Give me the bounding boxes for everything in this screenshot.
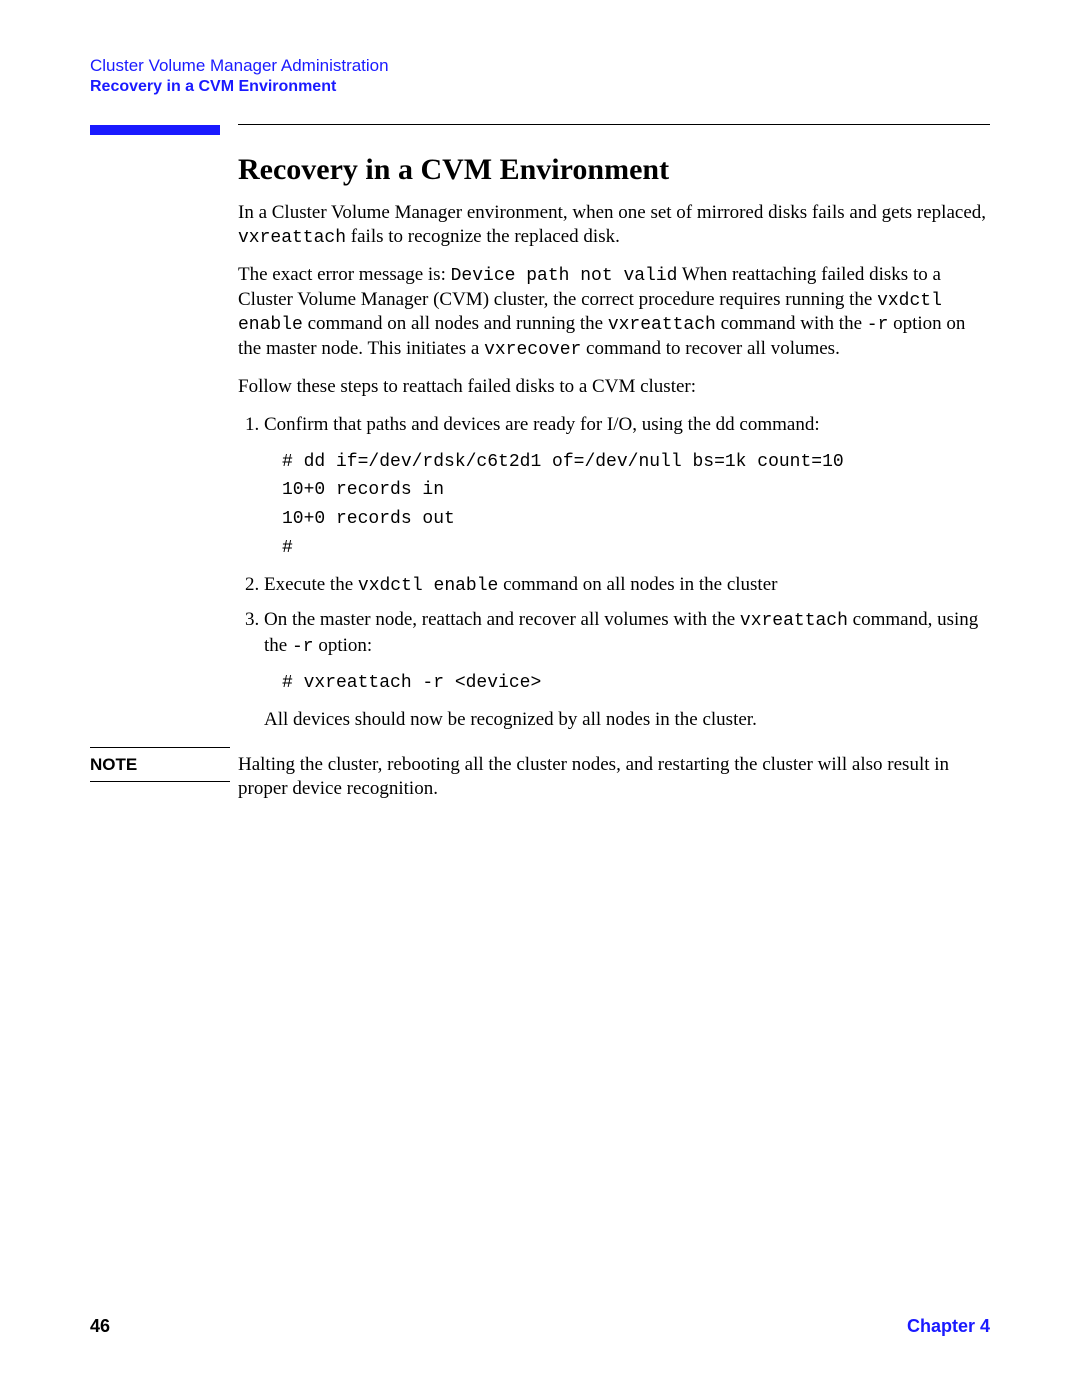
text: option: (314, 635, 373, 656)
steps-list: Confirm that paths and devices are ready… (238, 413, 990, 733)
code-inline: vxreattach (608, 315, 716, 335)
text: The exact error message is: (238, 264, 451, 285)
code-block: # dd if=/dev/rdsk/c6t2d1 of=/dev/null bs… (282, 448, 990, 563)
step-text: Confirm that paths and devices are ready… (264, 414, 820, 435)
content-column: Recovery in a CVM Environment In a Clust… (238, 124, 990, 802)
page: Cluster Volume Manager Administration Re… (0, 0, 1080, 1397)
code-inline: Device path not valid (451, 266, 678, 286)
code-inline: vxdctl enable (358, 576, 498, 596)
note-rule-bottom (90, 781, 230, 782)
section-heading: Recovery in a CVM Environment (238, 153, 990, 187)
step-1: Confirm that paths and devices are ready… (264, 413, 990, 563)
text: In a Cluster Volume Manager environment,… (238, 202, 986, 223)
horizontal-rule (238, 124, 990, 125)
code-inline: -r (867, 315, 889, 335)
page-footer: 46 Chapter 4 (90, 1316, 990, 1337)
text: On the master node, reattach and recover… (264, 609, 740, 630)
text: command with the (716, 313, 867, 334)
running-header: Cluster Volume Manager Administration Re… (90, 56, 990, 96)
header-section-title: Recovery in a CVM Environment (90, 78, 990, 96)
note-label: NOTE (90, 748, 238, 781)
code-inline: vxrecover (484, 340, 581, 360)
page-number: 46 (90, 1316, 110, 1337)
text: command on all nodes and running the (303, 313, 608, 334)
instruction-lead: Follow these steps to reattach failed di… (238, 375, 990, 399)
body-text: In a Cluster Volume Manager environment,… (238, 201, 990, 802)
text: command to recover all volumes. (581, 338, 840, 359)
code-block: # vxreattach -r <device> (282, 669, 990, 698)
text: Execute the (264, 574, 358, 595)
chapter-reference: Chapter 4 (907, 1316, 990, 1337)
code-inline: vxreattach (740, 611, 848, 631)
text: command on all nodes in the cluster (498, 574, 777, 595)
step-followup: All devices should now be recognized by … (264, 708, 990, 733)
header-chapter-title: Cluster Volume Manager Administration (90, 56, 990, 76)
note-text: Halting the cluster, rebooting all the c… (238, 747, 990, 802)
section-marker-bar (90, 125, 220, 135)
code-inline: vxreattach (238, 228, 346, 248)
step-2: Execute the vxdctl enable command on all… (264, 573, 990, 598)
note-label-column: NOTE (90, 747, 238, 782)
intro-paragraph-1: In a Cluster Volume Manager environment,… (238, 201, 990, 249)
text: fails to recognize the replaced disk. (346, 226, 620, 247)
note-block: NOTE Halting the cluster, rebooting all … (238, 747, 990, 802)
code-inline: -r (292, 637, 314, 657)
step-3: On the master node, reattach and recover… (264, 608, 990, 732)
intro-paragraph-2: The exact error message is: Device path … (238, 263, 990, 361)
